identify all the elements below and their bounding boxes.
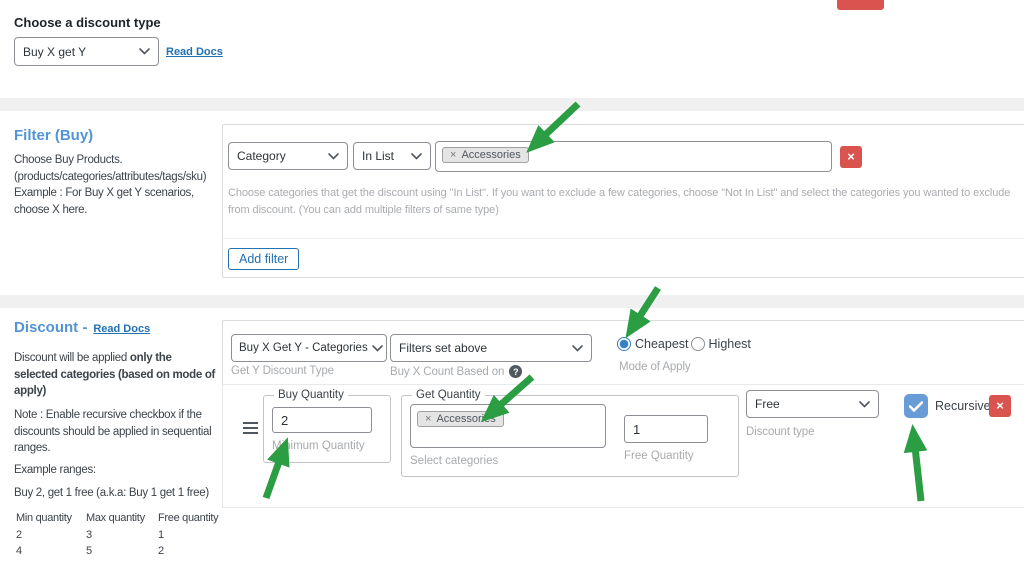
chevron-down-icon bbox=[859, 401, 870, 408]
example-ranges-text: Buy 2, get 1 free (a.k.a: Buy 1 get 1 fr… bbox=[14, 485, 209, 502]
save-button-partial[interactable] bbox=[837, 0, 884, 10]
buy-quantity-input[interactable] bbox=[272, 407, 372, 433]
section-divider bbox=[0, 295, 1024, 308]
minimum-quantity-label: Minimum Quantity bbox=[272, 440, 382, 452]
discount-card: Buy X Get Y - Categories Filters set abo… bbox=[222, 320, 1024, 506]
note-line: discounts should be applied in sequentia… bbox=[14, 424, 211, 441]
get-y-discount-type-label: Get Y Discount Type bbox=[231, 365, 334, 377]
description-line: selected categories (based on mode of bbox=[14, 367, 215, 384]
discount-type-value: Free bbox=[755, 397, 780, 411]
discount-section-title: Discount - bbox=[14, 319, 87, 336]
filter-type-value: Category bbox=[237, 149, 286, 163]
buy-x-count-label: Buy X Count Based on ? bbox=[390, 365, 522, 378]
checkmark-icon bbox=[909, 401, 923, 412]
free-quantity-input[interactable] bbox=[624, 415, 708, 443]
chevron-down-icon bbox=[139, 48, 150, 55]
discount-type-label: Discount type bbox=[746, 426, 814, 438]
table-header: Min quantity bbox=[16, 510, 86, 527]
recursive-checkbox[interactable] bbox=[904, 394, 928, 418]
select-categories-label: Select categories bbox=[410, 455, 606, 467]
discount-section-title-row: Discount - Read Docs bbox=[14, 319, 150, 336]
description-line: choose X here. bbox=[14, 202, 206, 219]
discount-description: Discount will be applied only the select… bbox=[14, 350, 215, 400]
recursive-note: Note : Enable recursive checkbox if the … bbox=[14, 407, 211, 457]
filter-helper-text: Choose categories that get the discount … bbox=[228, 185, 1020, 219]
discount-type-value: Buy X get Y bbox=[23, 45, 86, 59]
chip-label: Accessories bbox=[461, 149, 520, 161]
chip-remove-icon[interactable]: × bbox=[450, 149, 456, 161]
highest-radio[interactable] bbox=[691, 337, 705, 351]
note-line: ranges. bbox=[14, 440, 211, 457]
description-line: Example : For Buy X get Y scenarios, bbox=[14, 185, 206, 202]
discount-type-select[interactable]: Buy X get Y bbox=[14, 37, 159, 66]
filter-card: Category In List × Accessories × Choose … bbox=[222, 124, 1024, 278]
category-chip[interactable]: × Accessories bbox=[417, 411, 504, 427]
card-divider bbox=[223, 238, 1024, 239]
chevron-down-icon bbox=[328, 153, 339, 160]
example-ranges-table: Min quantity Max quantity Free quantity … bbox=[16, 510, 228, 560]
chevron-down-icon bbox=[372, 345, 383, 352]
help-icon[interactable]: ? bbox=[509, 365, 522, 378]
example-ranges-label: Example ranges: bbox=[14, 462, 96, 479]
range-row: Buy Quantity Minimum Quantity Get Quanti… bbox=[222, 384, 1024, 508]
cheapest-radio[interactable] bbox=[617, 337, 631, 351]
description-line: apply) bbox=[14, 383, 215, 400]
buy-quantity-legend: Buy Quantity bbox=[274, 389, 348, 401]
cheapest-radio-label[interactable]: Cheapest bbox=[635, 337, 689, 351]
filter-operator-value: In List bbox=[362, 149, 394, 163]
description-line: Choose Buy Products. bbox=[14, 152, 206, 169]
section-divider bbox=[0, 98, 1024, 111]
table-cell: 2 bbox=[158, 543, 228, 560]
note-line: Note : Enable recursive checkbox if the bbox=[14, 407, 211, 424]
table-header: Free quantity bbox=[158, 510, 228, 527]
filter-type-select[interactable]: Category bbox=[228, 142, 348, 170]
category-chip[interactable]: × Accessories bbox=[442, 147, 529, 163]
chip-label: Accessories bbox=[436, 413, 495, 425]
chevron-down-icon bbox=[572, 345, 583, 352]
table-cell: 5 bbox=[86, 543, 158, 560]
get-y-discount-type-value: Buy X Get Y - Categories bbox=[239, 342, 368, 354]
add-filter-button[interactable]: Add filter bbox=[228, 248, 299, 270]
free-quantity-column: Free Quantity bbox=[624, 404, 708, 467]
get-y-discount-type-select[interactable]: Buy X Get Y - Categories bbox=[231, 334, 387, 362]
buy-quantity-fieldset: Buy Quantity Minimum Quantity bbox=[263, 389, 391, 463]
get-quantity-legend: Get Quantity bbox=[412, 389, 485, 401]
table-cell: 4 bbox=[16, 543, 86, 560]
filter-section-description: Choose Buy Products. (products/categorie… bbox=[14, 152, 206, 218]
chip-remove-icon[interactable]: × bbox=[425, 413, 431, 425]
mode-of-apply-label: Mode of Apply bbox=[619, 361, 691, 373]
table-header: Max quantity bbox=[86, 510, 158, 527]
read-docs-link[interactable]: Read Docs bbox=[166, 46, 223, 58]
table-cell: 1 bbox=[158, 527, 228, 544]
table-cell: 3 bbox=[86, 527, 158, 544]
mode-of-apply-radios: Cheapest Highest bbox=[617, 337, 751, 351]
buy-x-count-value: Filters set above bbox=[399, 341, 487, 355]
discount-type-select[interactable]: Free bbox=[746, 390, 879, 418]
get-categories-column: × Accessories Select categories bbox=[410, 404, 606, 467]
filter-section-title: Filter (Buy) bbox=[14, 127, 93, 144]
remove-filter-button[interactable]: × bbox=[840, 146, 862, 168]
drag-handle-icon[interactable] bbox=[243, 422, 258, 437]
discount-type-label: Choose a discount type bbox=[14, 15, 161, 30]
description-line: Discount will be applied only the bbox=[14, 350, 215, 367]
remove-range-button[interactable]: × bbox=[989, 395, 1011, 417]
get-categories-input[interactable]: × Accessories bbox=[410, 404, 606, 448]
get-quantity-fieldset: Get Quantity × Accessories Select catego… bbox=[401, 389, 739, 477]
buy-x-count-label-text: Buy X Count Based on bbox=[390, 366, 504, 378]
filter-operator-select[interactable]: In List bbox=[353, 142, 431, 170]
free-quantity-label: Free Quantity bbox=[624, 450, 708, 462]
chevron-down-icon bbox=[411, 153, 422, 160]
highest-radio-label[interactable]: Highest bbox=[709, 337, 751, 351]
buy-x-count-select[interactable]: Filters set above bbox=[390, 334, 592, 362]
table-cell: 2 bbox=[16, 527, 86, 544]
read-docs-link[interactable]: Read Docs bbox=[93, 323, 150, 335]
filter-categories-input[interactable]: × Accessories bbox=[435, 141, 832, 172]
description-line: (products/categories/attributes/tags/sku… bbox=[14, 169, 206, 186]
